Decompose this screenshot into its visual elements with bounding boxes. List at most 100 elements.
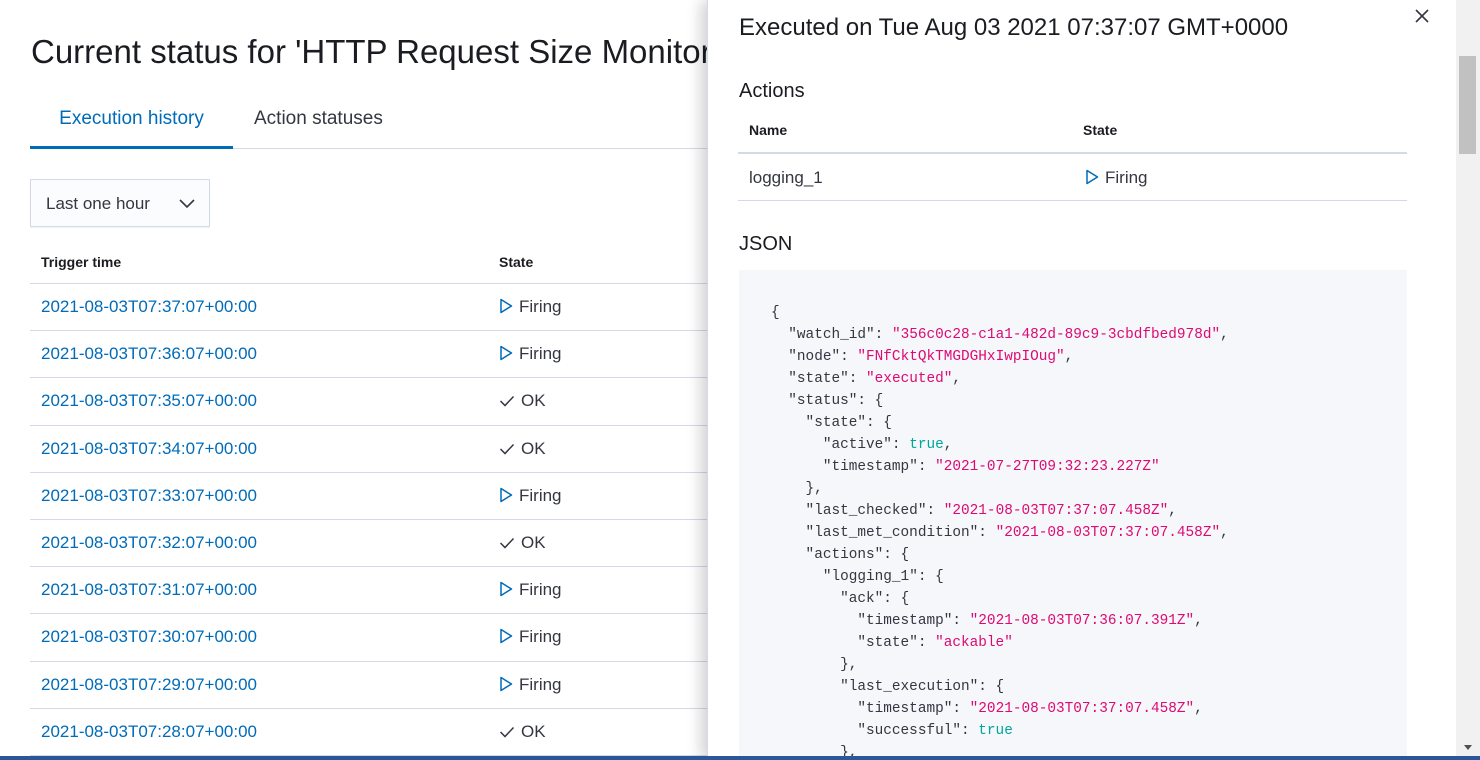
json-line: "last_met_condition": "2021-08-03T07:37:… [771,522,1407,544]
json-line: "logging_1": { [771,566,1407,588]
trigger-time-link[interactable]: 2021-08-03T07:35:07+00:00 [41,391,257,411]
table-body: 2021-08-03T07:37:07+00:00 Firing 2021-08-0… [30,284,730,756]
json-token: , [943,437,953,453]
json-token: timestamp [831,459,910,475]
json-token: active [831,437,884,453]
execution-details-flyout: Executed on Tue Aug 03 2021 07:37:07 GMT… [707,0,1480,760]
json-code-block: { "watch_id": "356c0c28-c1a1-482d-89c9-3… [739,270,1407,760]
json-token: ": { [909,569,944,585]
column-header-state: State [1083,122,1118,138]
json-string: "2021-08-03T07:37:07.458Z" [969,701,1195,717]
json-token: successful [866,723,953,739]
trigger-time-link[interactable]: 2021-08-03T07:28:07+00:00 [41,722,257,742]
table-row: 2021-08-03T07:35:07+00:00 OK [30,378,730,426]
trigger-time-link[interactable]: 2021-08-03T07:34:07+00:00 [41,439,257,459]
trigger-time-link[interactable]: 2021-08-03T07:36:07+00:00 [41,344,257,364]
trigger-time-link[interactable]: 2021-08-03T07:37:07+00:00 [41,297,257,317]
json-token: , [1168,503,1177,519]
json-token: " [771,591,849,607]
trigger-time-link[interactable]: 2021-08-03T07:29:07+00:00 [41,675,257,695]
state-label: OK [521,721,546,741]
scroll-down-arrow-icon[interactable] [1460,740,1476,754]
json-token: ack [848,591,875,607]
tab-execution-history[interactable]: Execution history [30,100,233,149]
json-heading: JSON [739,233,793,255]
state-label: OK [521,532,546,552]
scrollbar-thumb[interactable] [1459,56,1476,154]
table-header: Name State [738,112,1407,154]
json-token: { [771,305,780,321]
json-token: " [771,371,797,387]
json-token: logging_1 [831,569,910,585]
trigger-time-link[interactable]: 2021-08-03T07:32:07+00:00 [41,533,257,553]
json-token: timestamp [866,613,944,629]
column-header-state[interactable]: State [499,254,533,270]
json-token: " [771,437,832,453]
json-string: "356c0c28-c1a1-482d-89c9-3cbdfbed978d" [891,327,1221,343]
close-icon[interactable] [1411,5,1433,27]
trigger-time-link[interactable]: 2021-08-03T07:30:07+00:00 [41,627,257,647]
json-token: " [771,327,797,343]
trigger-time-link[interactable]: 2021-08-03T07:33:07+00:00 [41,486,257,506]
json-token: ": [969,525,996,541]
json-token: watch_id [796,327,867,343]
json-token: status [796,393,849,409]
json-line: "timestamp": "2021-08-03T07:36:07.391Z", [771,610,1407,632]
play-icon [1086,169,1099,185]
json-line: "last_checked": "2021-08-03T07:37:07.458… [771,500,1407,522]
state-cell: Firing [499,675,562,695]
json-token: , [1194,613,1203,629]
column-header-name: Name [749,122,788,138]
state-cell: Firing [499,486,562,506]
json-string: "2021-08-03T07:36:07.391Z" [969,613,1195,629]
json-token: , [1220,525,1229,541]
state-cell: Firing [499,627,562,647]
json-token: " [771,459,832,475]
json-token: actions [814,547,875,563]
json-token: , [1194,701,1203,717]
json-token: state [866,635,910,651]
table-row: 2021-08-03T07:30:07+00:00 Firing [30,614,730,662]
table-row: 2021-08-03T07:34:07+00:00 OK [30,426,730,473]
state-cell: OK [499,439,546,459]
check-icon [499,443,515,455]
json-line: "actions": { [771,544,1407,566]
json-line: "last_execution": { [771,676,1407,698]
tab-action-statuses[interactable]: Action statuses [254,100,383,147]
json-string: "2021-08-03T07:37:07.458Z" [943,503,1169,519]
check-icon [499,396,515,407]
json-token: last_execution [848,679,970,695]
play-icon [500,629,513,644]
json-line: "state": "executed", [771,368,1407,390]
flyout-title: Executed on Tue Aug 03 2021 07:37:07 GMT… [739,14,1289,41]
json-token: }, [771,657,858,673]
json-token: last_met_condition [814,525,970,541]
state-cell: OK [499,722,546,742]
json-token: " [771,613,866,629]
json-token: ": [943,613,970,629]
json-line: "timestamp": "2021-07-27T09:32:23.227Z" [771,456,1407,478]
json-token: state [796,371,841,387]
json-string: "FNfCktQkTMGDGHxIwpIOug" [857,349,1065,365]
json-token: , [1064,349,1074,365]
trigger-time-link[interactable]: 2021-08-03T07:31:07+00:00 [41,580,257,600]
json-line: "state": { [771,412,1407,434]
json-token: last_checked [814,503,918,519]
time-range-select[interactable]: Last one hour [30,179,210,227]
json-line: "successful": true [771,720,1407,742]
state-label: Firing [519,674,562,694]
actions-table: Name State logging_1 Firing [738,112,1407,201]
chevron-down-icon [179,199,195,209]
json-token: " [771,393,797,409]
json-boolean: true [978,723,1013,739]
json-string: "executed" [866,371,953,387]
json-token: ": [866,327,892,343]
json-token: " [771,569,832,585]
json-token: }, [771,481,823,497]
column-header-trigger-time[interactable]: Trigger time [41,254,121,270]
state-label: Firing [519,485,562,505]
state-label: Firing [519,344,562,364]
json-line: "timestamp": "2021-08-03T07:37:07.458Z", [771,698,1407,720]
json-token: ": [840,371,867,387]
state-label: OK [521,438,546,458]
